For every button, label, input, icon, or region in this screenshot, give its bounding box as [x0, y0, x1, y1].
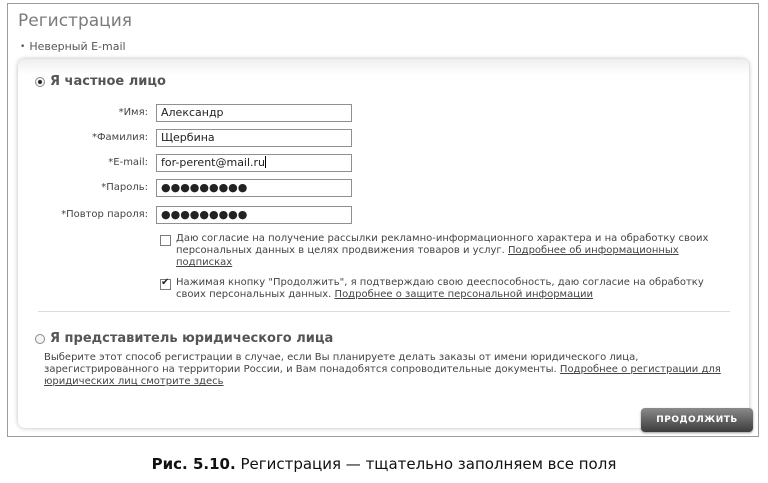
email-label: *E-mail:: [108, 157, 148, 168]
password-repeat-label: *Повтор пароля:: [61, 209, 148, 220]
error-message: • Неверный E-mail: [20, 40, 126, 53]
figure-number: Рис. 5.10.: [151, 455, 236, 473]
bullet-icon: •: [20, 42, 26, 52]
privacy-info-link[interactable]: Подробнее о защите персональной информац…: [335, 289, 594, 300]
capacity-consent-text: Нажимая кнопку "Продолжить", я подтвержд…: [176, 277, 726, 301]
ads-consent-checkbox[interactable]: [160, 235, 171, 246]
password-input[interactable]: ●●●●●●●●●: [156, 179, 352, 197]
last-name-input[interactable]: Щербина: [156, 129, 352, 147]
first-name-input[interactable]: Александр: [156, 104, 352, 122]
continue-button[interactable]: ПРОДОЛЖИТЬ: [641, 408, 753, 432]
figure-caption: Рис. 5.10. Регистрация — тщательно запол…: [0, 455, 768, 473]
text-cursor: [265, 156, 267, 168]
legal-entity-description: Выберите этот способ регистрации в случа…: [44, 352, 744, 388]
last-name-label: *Фамилия:: [91, 132, 148, 143]
email-value: for-perent@mail.ru: [161, 156, 266, 169]
email-input[interactable]: for-perent@mail.ru: [156, 154, 352, 172]
registration-window: Регистрация • Неверный E-mail Я частное л…: [7, 3, 759, 437]
error-text: Неверный E-mail: [29, 40, 126, 53]
capacity-consent-checkbox[interactable]: [160, 277, 171, 290]
legal-entity-text: Выберите этот способ регистрации в случа…: [44, 352, 639, 375]
registration-panel: Я частное лицо *Имя: Александр *Фамилия:…: [18, 59, 749, 428]
password-label: *Пароль:: [101, 182, 148, 193]
private-person-radio[interactable]: [35, 77, 45, 87]
private-person-label: Я частное лицо: [50, 74, 166, 89]
password-repeat-input[interactable]: ●●●●●●●●●: [156, 206, 352, 224]
page-title: Регистрация: [18, 11, 132, 31]
panel-header-gradient: [18, 59, 749, 75]
ads-consent-text: Даю согласие на получение рассылки рекла…: [176, 233, 726, 269]
section-divider: [38, 311, 730, 312]
legal-entity-label: Я представитель юридического лица: [50, 331, 334, 346]
legal-entity-radio[interactable]: [35, 334, 45, 344]
first-name-label: *Имя:: [118, 107, 148, 118]
figure-caption-text: Регистрация — тщательно заполняем все по…: [240, 455, 617, 473]
